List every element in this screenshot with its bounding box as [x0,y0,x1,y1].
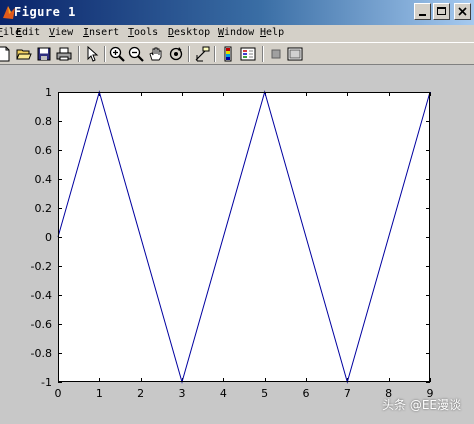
x-tick-label: 7 [344,387,351,400]
menu-help[interactable]: Help [260,27,284,38]
menu-insert[interactable]: Insert [83,27,119,38]
menu-view[interactable]: View [49,27,73,38]
new-figure-icon[interactable] [0,46,12,62]
menu-bar: File Edit View Insert Tools Desktop Wind… [0,25,474,42]
x-tick-label: 6 [303,387,310,400]
minimize-icon [419,14,426,16]
print-icon[interactable] [56,46,72,62]
axes-background[interactable] [58,92,430,382]
figure-toolbar [0,42,474,65]
rotate-3d-icon[interactable] [168,46,184,62]
close-icon [458,7,467,16]
colorbar-icon[interactable] [220,46,236,62]
menu-view-label: iew [55,27,74,38]
y-tick-label: -0.4 [31,289,52,302]
data-cursor-icon[interactable] [194,46,210,62]
legend-icon[interactable] [240,46,256,62]
save-icon[interactable] [36,46,52,62]
maximize-button[interactable] [433,3,450,20]
menu-window[interactable]: Window [218,27,254,38]
zoom-in-icon[interactable] [109,46,125,62]
zoom-out-icon[interactable] [128,46,144,62]
y-tick-label: 0.8 [35,115,53,128]
y-tick-label: 1 [45,86,52,99]
pan-hand-icon[interactable] [148,46,164,62]
maximize-icon [437,7,446,15]
edit-plot-arrow-icon[interactable] [84,46,100,62]
toolbar-separator [104,46,106,62]
y-tick-label: 0.2 [35,202,53,215]
x-tick-label: 1 [96,387,103,400]
menu-help-label: elp [266,27,285,38]
menu-desktop-label: esktop [174,27,211,38]
watermark-text: 头条 @EE漫谈 [382,398,461,412]
toolbar-separator [262,46,264,62]
window-title: Figure 1 [14,5,76,19]
toolbar-separator [78,46,80,62]
x-tick-label: 3 [179,387,186,400]
close-button[interactable] [454,3,471,20]
toolbar-separator [214,46,216,62]
show-plot-tools-icon[interactable] [287,46,303,62]
menu-tools-label: ools [134,27,159,38]
x-tick-label: 2 [137,387,144,400]
figure-canvas: 0 1 2 3 4 5 6 7 8 910.80.60.40.20-0.2-0.4-0.6-0.8… [31,86,434,400]
y-tick-label: 0.6 [35,144,53,157]
y-tick-label: 0.4 [35,173,53,186]
menu-tools[interactable]: Tools [128,27,158,38]
open-file-icon[interactable] [16,46,32,62]
y-tick-label: 0 [45,231,52,244]
menu-edit[interactable]: Edit [16,27,40,38]
menu-edit-label: dit [22,27,41,38]
hide-plot-tools-icon[interactable] [268,46,284,62]
menu-window-label: indow [224,27,255,38]
menu-insert-label: nsert [89,27,120,38]
x-tick-label: 5 [261,387,268,400]
menu-desktop[interactable]: Desktop [168,27,210,38]
y-tick-label: -0.6 [31,318,52,331]
toolbar-separator [188,46,190,62]
x-tick-label: 4 [220,387,227,400]
y-tick-label: -1 [41,376,52,389]
title-bar[interactable]: Figure 1 [0,0,474,25]
x-tick-label: 0 [55,387,62,400]
minimize-button[interactable] [414,3,431,20]
y-tick-label: -0.8 [31,347,52,360]
y-tick-label: -0.2 [31,260,52,273]
